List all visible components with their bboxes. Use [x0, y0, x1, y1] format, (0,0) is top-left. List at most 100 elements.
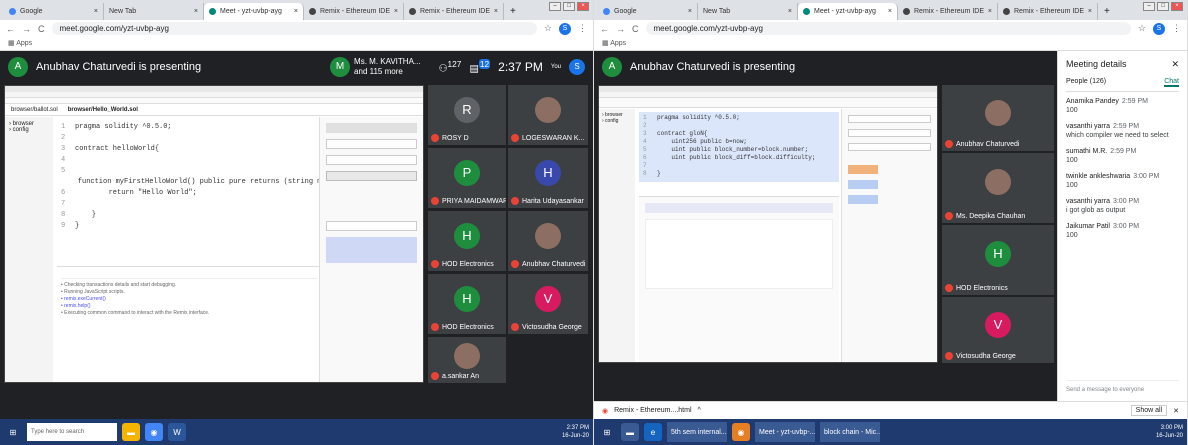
tab-new[interactable]: New Tab ×	[104, 3, 204, 20]
participant-tile[interactable]: H HOD Electronics	[942, 225, 1054, 295]
maximize-icon[interactable]: □	[1157, 2, 1169, 11]
participant-tile[interactable]: V Victosudha George	[508, 274, 588, 334]
getter-button[interactable]	[848, 195, 878, 204]
forward-icon[interactable]: →	[22, 24, 31, 34]
taskbar-item[interactable]: Meet - yzt-uvbp-...	[755, 422, 815, 442]
participant-tile[interactable]: Anubhav Chaturvedi	[508, 211, 588, 271]
close-window-icon[interactable]: ×	[577, 2, 589, 11]
code-editor[interactable]: 1 pragma solidity ^0.5.0; 2 3 contract hello…	[57, 120, 351, 260]
compiler-version-select[interactable]	[326, 139, 417, 149]
account-select[interactable]	[848, 129, 931, 137]
reload-icon[interactable]: C	[38, 24, 45, 34]
tab-remix-1[interactable]: Remix - Ethereum IDE ×	[898, 3, 998, 20]
windows-start-icon[interactable]: ⊞	[4, 423, 22, 441]
reload-icon[interactable]: C	[632, 24, 639, 34]
new-tab-button[interactable]: +	[1098, 3, 1116, 20]
apps-label[interactable]: Apps	[16, 40, 32, 47]
menu-icon[interactable]: ⋮	[578, 23, 587, 34]
maximize-icon[interactable]: □	[563, 2, 575, 11]
back-icon[interactable]: ←	[600, 24, 609, 34]
editor-tab[interactable]: browser/ballot.sol	[11, 107, 58, 113]
windows-start-icon[interactable]: ⊞	[598, 423, 616, 441]
chat-icon[interactable]: ▤12	[469, 59, 491, 75]
environment-select[interactable]	[848, 115, 931, 123]
close-panel-icon[interactable]: ✕	[1171, 59, 1179, 70]
participant-tile[interactable]: V Victosudha George	[942, 297, 1054, 363]
compiler-option[interactable]	[326, 155, 417, 165]
ie-icon[interactable]: e	[644, 423, 662, 441]
deploy-button[interactable]	[848, 165, 878, 174]
close-icon[interactable]: ×	[885, 8, 892, 15]
url-field[interactable]: meet.google.com/yzt-uvbp-ayg	[51, 22, 537, 35]
star-icon[interactable]: ☆	[1138, 23, 1146, 34]
close-icon[interactable]: ×	[191, 8, 198, 15]
tab-chat[interactable]: Chat	[1164, 78, 1179, 87]
apps-icon[interactable]: ▦	[602, 40, 609, 47]
remix-favicon-icon	[309, 8, 316, 15]
chrome-icon[interactable]: ◉	[145, 423, 163, 441]
close-icon[interactable]: ×	[291, 8, 298, 15]
tab-meet[interactable]: Meet - yzt-uvbp-ayg ×	[798, 3, 898, 20]
contract-select[interactable]	[326, 221, 417, 231]
getter-button[interactable]	[848, 180, 878, 189]
tab-new[interactable]: New Tab ×	[698, 3, 798, 20]
minimize-icon[interactable]: –	[549, 2, 561, 11]
close-icon[interactable]: ×	[391, 8, 398, 15]
back-icon[interactable]: ←	[6, 24, 15, 34]
message-input[interactable]: Send a message to everyone	[1066, 380, 1179, 393]
download-item[interactable]: Remix - Ethereum....html	[614, 407, 691, 414]
participant-tile[interactable]: Ms. Deepika Chauhan	[942, 153, 1054, 223]
apps-icon[interactable]: ▦	[8, 40, 15, 47]
mic-off-icon	[511, 197, 519, 205]
participant-tile[interactable]: P PRIYA MAIDAMWAR	[428, 148, 506, 208]
code-editor[interactable]: 1 pragma solidity ^0.5.0; 2 3 contract gloN{…	[639, 112, 839, 182]
close-window-icon[interactable]: ×	[1171, 2, 1183, 11]
close-icon[interactable]: ×	[491, 8, 498, 15]
participant-name: HOD Electronics	[431, 323, 494, 331]
message-sender: sumathi M.R. 2:59 PM	[1066, 148, 1137, 155]
close-icon[interactable]: ✕	[1173, 407, 1179, 415]
show-all-button[interactable]: Show all	[1130, 405, 1168, 416]
word-icon[interactable]: W	[168, 423, 186, 441]
participant-tile[interactable]: H HOD Electronics	[428, 274, 506, 334]
explorer-icon[interactable]: ▬	[621, 423, 639, 441]
taskbar-search[interactable]: Type here to search	[27, 423, 117, 441]
chevron-up-icon[interactable]: ^	[698, 407, 701, 414]
tab-people[interactable]: People (126)	[1066, 78, 1106, 87]
tab-remix-2[interactable]: Remix - Ethereum IDE ×	[998, 3, 1098, 20]
tab-google[interactable]: Google ×	[598, 3, 698, 20]
forward-icon[interactable]: →	[616, 24, 625, 34]
participant-tile[interactable]: H Harita Udayasankar	[508, 148, 588, 208]
profile-avatar[interactable]: S	[1153, 22, 1165, 35]
explorer-icon[interactable]: ▬	[122, 423, 140, 441]
participant-tile[interactable]: LOGESWARAN K...	[508, 85, 588, 145]
minimize-icon[interactable]: –	[1143, 2, 1155, 11]
close-icon[interactable]: ×	[985, 8, 992, 15]
gas-limit-field[interactable]	[848, 143, 931, 151]
participant-tile[interactable]: R ROSY D	[428, 85, 506, 145]
tab-remix-1[interactable]: Remix - Ethereum IDE ×	[304, 3, 404, 20]
participant-tile[interactable]: a.sankar An	[428, 337, 506, 383]
url-field[interactable]: meet.google.com/yzt-uvbp-ayg	[645, 22, 1131, 35]
people-icon[interactable]: ⚇127	[439, 59, 462, 74]
star-icon[interactable]: ☆	[544, 23, 552, 34]
editor-tab-active[interactable]: browser/Hello_World.sol	[68, 107, 138, 113]
tab-google[interactable]: Google ×	[4, 3, 104, 20]
tab-meet[interactable]: Meet - yzt-uvbp-ayg ×	[204, 3, 304, 20]
close-icon[interactable]: ×	[1085, 8, 1092, 15]
apps-label[interactable]: Apps	[610, 40, 626, 47]
profile-avatar[interactable]: S	[559, 22, 571, 35]
menu-icon[interactable]: ⋮	[1172, 23, 1181, 34]
close-icon[interactable]: ×	[785, 8, 792, 15]
tab-remix-2[interactable]: Remix - Ethereum IDE ×	[404, 3, 504, 20]
new-tab-button[interactable]: +	[504, 3, 522, 20]
close-icon[interactable]: ×	[685, 8, 692, 15]
compile-button[interactable]	[326, 171, 417, 181]
taskbar-item[interactable]: block chain - Mic...	[820, 422, 880, 442]
close-icon[interactable]: ×	[91, 8, 98, 15]
participant-tile[interactable]: H HOD Electronics	[428, 211, 506, 271]
compiler-switch[interactable]	[326, 123, 417, 133]
participant-tile[interactable]: Anubhav Chaturvedi	[942, 85, 1054, 151]
taskbar-item[interactable]: 5th sem internal...	[667, 422, 727, 442]
firefox-icon[interactable]: ◉	[732, 423, 750, 441]
